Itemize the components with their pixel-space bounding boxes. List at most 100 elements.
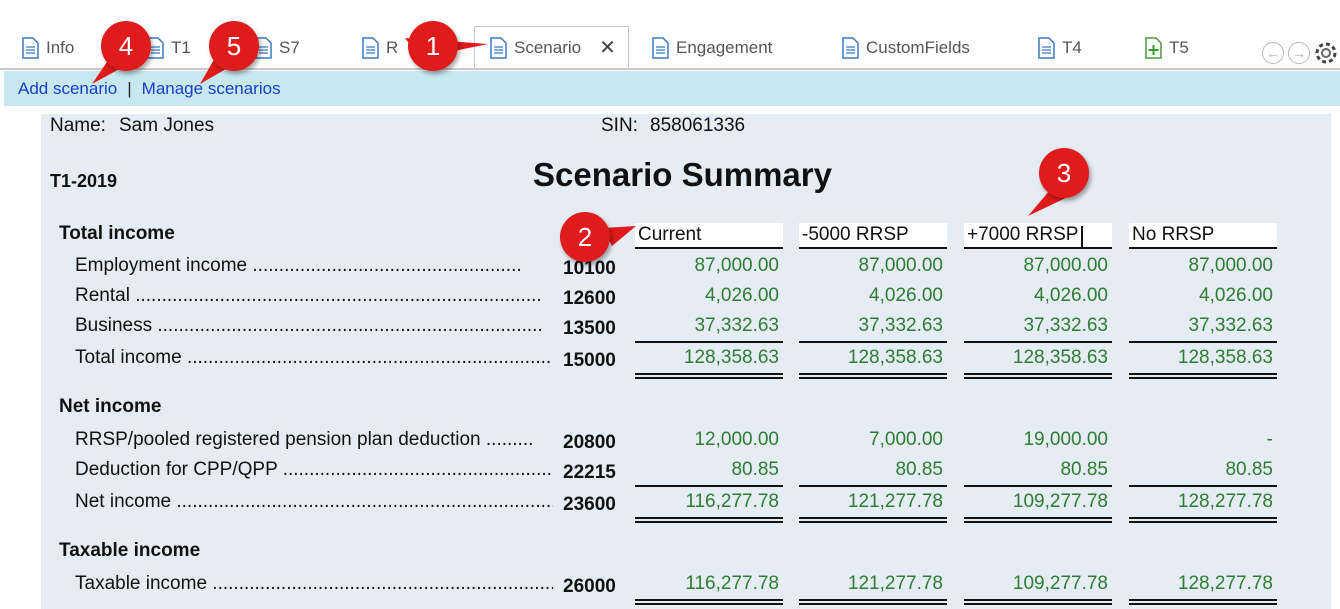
document-icon bbox=[362, 37, 379, 59]
tab-info[interactable]: Info bbox=[22, 28, 74, 68]
tab-label: S7 bbox=[279, 38, 300, 57]
scenario-value: 4,026.00 bbox=[1199, 285, 1273, 306]
scenario-link-bar: Add scenario | Manage scenarios bbox=[4, 71, 1340, 106]
tab-scenario[interactable]: Scenario ✕ bbox=[474, 26, 629, 70]
line-code: 26000 bbox=[563, 576, 616, 597]
tab-label: T4 bbox=[1062, 38, 1082, 57]
tab-bar: Info T1 S7 R Scenario ✕ Engagement Custo… bbox=[0, 0, 1340, 70]
total-rule bbox=[964, 517, 1112, 523]
scenario-summary-form: Name: Sam Jones SIN: 858061336 T1-2019 S… bbox=[41, 114, 1331, 609]
scenario-value: 4,026.00 bbox=[705, 285, 779, 306]
scenario-value: 128,277.78 bbox=[1177, 491, 1273, 512]
link-separator: | bbox=[127, 78, 132, 98]
callout-1: 1 bbox=[408, 21, 458, 71]
row-label: Rental .................................… bbox=[75, 285, 542, 306]
scenario-value: 121,277.78 bbox=[847, 573, 943, 594]
total-rule bbox=[799, 373, 947, 379]
close-icon[interactable]: ✕ bbox=[599, 35, 616, 60]
tab-engagement[interactable]: Engagement bbox=[652, 28, 772, 68]
scenario-value: 37,332.63 bbox=[694, 315, 779, 336]
return-year: T1-2019 bbox=[50, 171, 118, 191]
tab-t1[interactable]: T1 bbox=[147, 28, 191, 68]
row-label: Total income ...........................… bbox=[75, 347, 552, 368]
scenario-value: 116,277.78 bbox=[685, 491, 779, 512]
scenario-value: 128,358.63 bbox=[1012, 347, 1108, 368]
scenario-name-field[interactable]: +7000 RRSP bbox=[964, 223, 1112, 249]
scenario-value: 87,000.00 bbox=[1023, 255, 1108, 276]
tab-label: T5 bbox=[1169, 38, 1189, 57]
tab-t5[interactable]: T5 bbox=[1145, 28, 1189, 68]
scenario-name-field[interactable]: -5000 RRSP bbox=[799, 223, 947, 249]
scenario-value: 80.85 bbox=[895, 459, 943, 480]
line-code: 23600 bbox=[563, 494, 616, 515]
scenario-value: 109,277.78 bbox=[1012, 491, 1108, 512]
row-label: Net income .............................… bbox=[75, 491, 553, 512]
scenario-value: 19,000.00 bbox=[1023, 429, 1108, 450]
scenario-value: - bbox=[1266, 429, 1273, 450]
loading-spinner-icon bbox=[1315, 42, 1337, 64]
tab-r[interactable]: R bbox=[362, 28, 398, 68]
line-code: 12600 bbox=[563, 288, 616, 309]
document-icon bbox=[490, 36, 507, 59]
document-icon bbox=[652, 37, 669, 59]
row-label: Employment income ......................… bbox=[75, 255, 522, 276]
scenario-value: 12,000.00 bbox=[694, 429, 779, 450]
tab-bar-border bbox=[0, 68, 1340, 70]
tab-customfields[interactable]: CustomFields bbox=[842, 28, 970, 68]
tab-label: Info bbox=[46, 38, 75, 57]
subtotal-rule bbox=[1129, 341, 1277, 343]
document-icon bbox=[842, 37, 859, 59]
forward-arrow-icon[interactable]: → bbox=[1288, 42, 1310, 64]
scenario-value: 109,277.78 bbox=[1012, 573, 1108, 594]
total-rule bbox=[964, 599, 1112, 605]
callout-5: 5 bbox=[209, 21, 259, 71]
total-rule bbox=[635, 373, 783, 379]
row-label: Business ...............................… bbox=[75, 315, 543, 336]
total-rule bbox=[964, 373, 1112, 379]
manage-scenarios-link[interactable]: Manage scenarios bbox=[142, 79, 281, 99]
scenario-value: 4,026.00 bbox=[869, 285, 943, 306]
line-code: 22215 bbox=[563, 462, 616, 483]
scenario-value: 128,358.63 bbox=[1177, 347, 1273, 368]
subtotal-rule bbox=[799, 485, 947, 487]
scenario-value: 7,000.00 bbox=[869, 429, 943, 450]
total-rule bbox=[1129, 373, 1277, 379]
callout-2: 2 bbox=[560, 212, 610, 262]
tab-t4[interactable]: T4 bbox=[1038, 28, 1082, 68]
scenario-name-field[interactable]: Current bbox=[635, 223, 783, 249]
scenario-value: 80.85 bbox=[731, 459, 779, 480]
tab-label: CustomFields bbox=[866, 38, 970, 57]
total-rule bbox=[635, 599, 783, 605]
tab-s7[interactable]: S7 bbox=[255, 28, 300, 68]
add-scenario-link[interactable]: Add scenario bbox=[18, 79, 117, 99]
scenario-value: 87,000.00 bbox=[858, 255, 943, 276]
name-label: Name: bbox=[50, 115, 106, 136]
row-label: Taxable income .........................… bbox=[75, 573, 553, 594]
total-rule bbox=[799, 517, 947, 523]
add-document-icon bbox=[1145, 37, 1162, 59]
line-code: 13500 bbox=[563, 318, 616, 339]
scenario-value: 80.85 bbox=[1060, 459, 1108, 480]
scenario-value: 80.85 bbox=[1225, 459, 1273, 480]
scenario-value: 116,277.78 bbox=[685, 573, 779, 594]
total-rule bbox=[1129, 599, 1277, 605]
section-heading: Taxable income bbox=[59, 540, 201, 561]
callout-3: 3 bbox=[1039, 148, 1089, 198]
subtotal-rule bbox=[799, 341, 947, 343]
document-icon bbox=[22, 37, 39, 59]
row-label: RRSP/pooled registered pension plan dedu… bbox=[75, 429, 533, 450]
line-code: 15000 bbox=[563, 350, 616, 371]
subtotal-rule bbox=[964, 485, 1112, 487]
scenario-value: 37,332.63 bbox=[1023, 315, 1108, 336]
subtotal-rule bbox=[964, 341, 1112, 343]
text-cursor bbox=[1081, 226, 1083, 247]
scenario-value: 87,000.00 bbox=[694, 255, 779, 276]
scenario-value: 128,358.63 bbox=[683, 347, 779, 368]
scenario-value: 128,358.63 bbox=[847, 347, 943, 368]
back-arrow-icon[interactable]: ← bbox=[1262, 42, 1284, 64]
section-heading: Total income bbox=[59, 223, 175, 244]
scenario-value: 128,277.78 bbox=[1177, 573, 1273, 594]
scenario-value: 121,277.78 bbox=[847, 491, 943, 512]
scenario-name-field[interactable]: No RRSP bbox=[1129, 223, 1277, 249]
scenario-value: 4,026.00 bbox=[1034, 285, 1108, 306]
